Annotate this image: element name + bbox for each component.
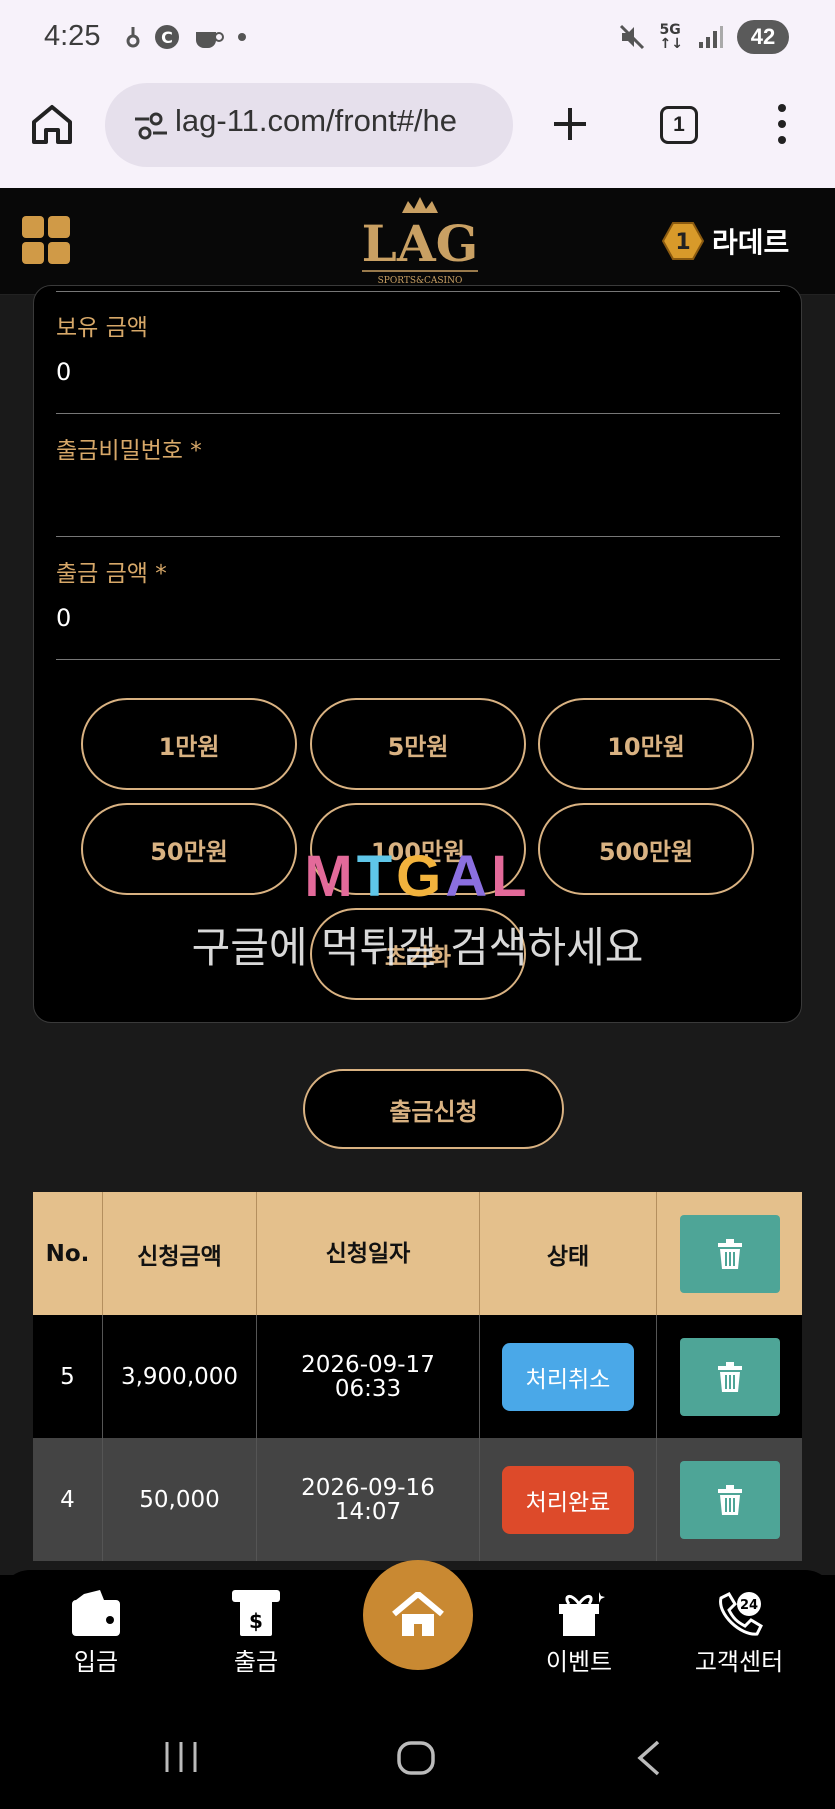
status-badge: 처리취소 bbox=[502, 1342, 634, 1411]
c-app-icon: C bbox=[155, 25, 179, 49]
status-bar: 4:25 C 5G ↑↓ 42 bbox=[0, 0, 835, 78]
svg-text:1: 1 bbox=[675, 230, 690, 255]
row-status: 처리완료 bbox=[480, 1438, 657, 1561]
header-no: No. bbox=[33, 1192, 103, 1315]
row-no: 5 bbox=[33, 1315, 103, 1438]
header-amount: 신청금액 bbox=[103, 1192, 257, 1315]
withdraw-password-field[interactable]: 출금비밀번호 * bbox=[56, 419, 780, 537]
svg-text:LAG: LAG bbox=[362, 214, 479, 273]
home-system-icon[interactable] bbox=[396, 1740, 436, 1776]
svg-text:C: C bbox=[161, 28, 173, 47]
bottom-navigation: 입금 $ 출금 이벤트 24 고객센터 bbox=[0, 1560, 835, 1710]
svg-text:$: $ bbox=[249, 1609, 263, 1633]
nav-deposit[interactable]: 입금 bbox=[41, 1590, 151, 1677]
withdraw-amount-field[interactable]: 출금 금액 * 0 bbox=[56, 542, 780, 660]
battery-indicator: 42 bbox=[737, 20, 789, 54]
row-amount: 50,000 bbox=[103, 1438, 257, 1561]
nav-home-button[interactable] bbox=[363, 1560, 473, 1670]
browser-home-icon[interactable] bbox=[30, 102, 74, 146]
header-status: 상태 bbox=[480, 1192, 657, 1315]
header-date: 신청일자 bbox=[257, 1192, 480, 1315]
notification-icons: C bbox=[126, 24, 246, 50]
row-date: 2026-09-16 14:07 bbox=[257, 1438, 480, 1561]
delete-row-button[interactable] bbox=[679, 1337, 780, 1416]
withdraw-amount-label: 출금 금액 * bbox=[56, 561, 167, 587]
withdraw-submit-button[interactable]: 출금신청 bbox=[303, 1069, 564, 1149]
signal-icon bbox=[699, 26, 723, 48]
trash-icon bbox=[717, 1484, 742, 1515]
withdraw-password-label: 출금비밀번호 * bbox=[56, 438, 202, 464]
row-no: 4 bbox=[33, 1438, 103, 1561]
trash-icon bbox=[717, 1238, 742, 1269]
amount-10k-button[interactable]: 1만원 bbox=[81, 698, 297, 790]
site-logo[interactable]: LAG SPORTS&CASINO bbox=[350, 191, 490, 291]
site-header: LAG SPORTS&CASINO 1 라데르 bbox=[0, 188, 835, 295]
trash-icon bbox=[717, 1361, 742, 1392]
user-rank[interactable]: 1 라데르 bbox=[662, 221, 789, 261]
browser-toolbar: lag-11.com/front#/he 1 bbox=[0, 78, 835, 188]
atm-icon: $ bbox=[232, 1590, 280, 1636]
table-header: No. 신청금액 신청일자 상태 bbox=[33, 1192, 802, 1315]
balance-field: 보유 금액 0 bbox=[56, 296, 780, 414]
site-settings-icon[interactable] bbox=[135, 111, 167, 141]
network-type: 5G ↑↓ bbox=[659, 22, 683, 52]
home-icon bbox=[392, 1592, 444, 1636]
menu-grid-icon[interactable] bbox=[22, 216, 70, 264]
tab-switcher-button[interactable]: 1 bbox=[660, 106, 698, 144]
delete-row-button[interactable] bbox=[679, 1460, 780, 1539]
reset-amount-button[interactable]: 초기화 bbox=[310, 908, 526, 1000]
system-navigation bbox=[0, 1710, 835, 1809]
notification-icon bbox=[126, 27, 140, 48]
nav-withdraw[interactable]: $ 출금 bbox=[201, 1590, 311, 1677]
wallet-icon bbox=[72, 1590, 120, 1636]
gift-icon bbox=[559, 1592, 605, 1636]
coffee-icon bbox=[196, 32, 224, 48]
row-delete-cell bbox=[657, 1438, 802, 1561]
level-badge-icon: 1 bbox=[662, 222, 704, 260]
support-24-icon: 24 bbox=[719, 1592, 763, 1636]
address-bar[interactable]: lag-11.com/front#/he bbox=[105, 83, 513, 167]
clock: 4:25 bbox=[44, 20, 101, 52]
mute-icon bbox=[619, 24, 644, 50]
row-amount: 3,900,000 bbox=[103, 1315, 257, 1438]
withdraw-amount-input[interactable]: 0 bbox=[56, 604, 71, 632]
status-badge: 처리완료 bbox=[502, 1465, 634, 1534]
delete-all-cell bbox=[657, 1192, 802, 1315]
balance-value: 0 bbox=[56, 358, 72, 386]
recent-apps-icon[interactable] bbox=[163, 1740, 199, 1774]
row-delete-cell bbox=[657, 1315, 802, 1438]
amount-5m-button[interactable]: 500만원 bbox=[538, 803, 754, 895]
user-name: 라데르 bbox=[712, 226, 790, 259]
amount-100k-button[interactable]: 10만원 bbox=[538, 698, 754, 790]
table-row: 5 3,900,000 2026-09-17 06:33 처리취소 bbox=[33, 1315, 802, 1438]
balance-label: 보유 금액 bbox=[56, 315, 148, 341]
nav-support[interactable]: 24 고객센터 bbox=[683, 1590, 795, 1677]
new-tab-icon[interactable] bbox=[550, 104, 590, 144]
url-text: lag-11.com/front#/he bbox=[175, 103, 458, 138]
row-date: 2026-09-17 06:33 bbox=[257, 1315, 480, 1438]
withdraw-form-panel: 보유 금액 0 출금비밀번호 * 출금 금액 * 0 1만원 5만원 10만원 … bbox=[33, 285, 802, 1023]
svg-text:24: 24 bbox=[740, 1598, 758, 1613]
row-status: 처리취소 bbox=[480, 1315, 657, 1438]
amount-1m-button[interactable]: 100만원 bbox=[310, 803, 526, 895]
withdraw-page: 보유 금액 0 출금비밀번호 * 출금 금액 * 0 1만원 5만원 10만원 … bbox=[0, 285, 835, 1575]
delete-all-button[interactable] bbox=[679, 1214, 780, 1293]
browser-menu-icon[interactable] bbox=[774, 104, 790, 144]
more-notifications-dot bbox=[238, 33, 246, 41]
amount-50k-button[interactable]: 5만원 bbox=[310, 698, 526, 790]
back-icon[interactable] bbox=[636, 1740, 662, 1776]
table-row: 4 50,000 2026-09-16 14:07 처리완료 bbox=[33, 1438, 802, 1561]
amount-500k-button[interactable]: 50만원 bbox=[81, 803, 297, 895]
nav-event[interactable]: 이벤트 bbox=[524, 1590, 634, 1677]
